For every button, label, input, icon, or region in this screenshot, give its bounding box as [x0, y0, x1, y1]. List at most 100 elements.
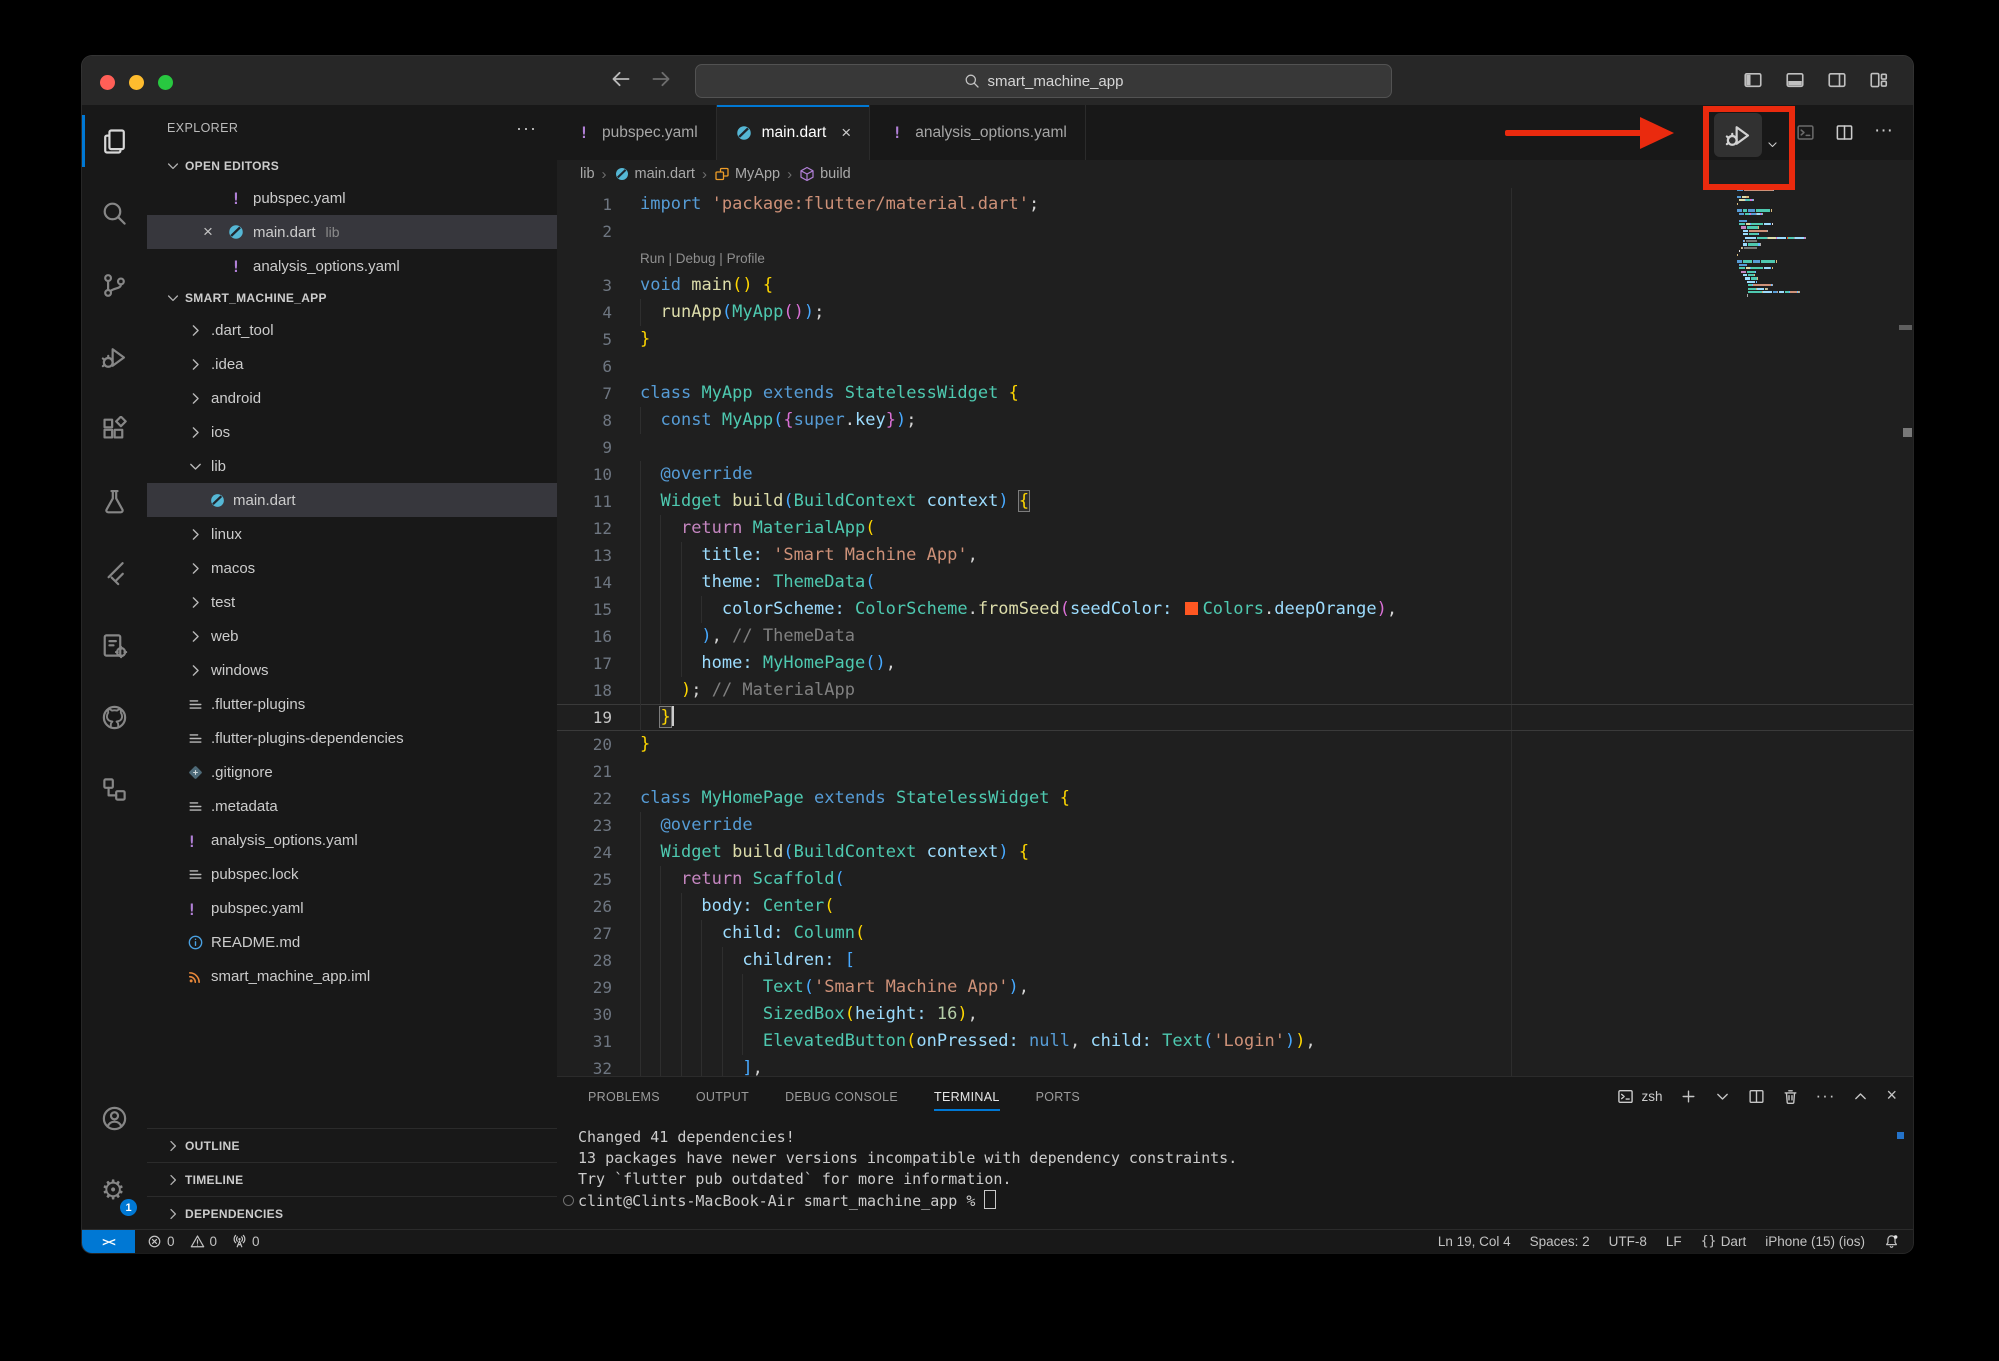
chevron-up-icon[interactable]	[1852, 1088, 1869, 1105]
tab-pubspec.yaml[interactable]: !pubspec.yaml	[557, 105, 717, 160]
activity-bar-item-project-manager[interactable]	[82, 753, 147, 825]
panel-tab-ports[interactable]: PORTS	[1036, 1077, 1080, 1116]
tree-item-pubspec.yaml[interactable]: !pubspec.yaml	[147, 891, 557, 925]
open-editor-item[interactable]: ×main.dartlib	[147, 215, 557, 249]
code-editor[interactable]: 1import 'package:flutter/material.dart';…	[557, 188, 1913, 1077]
terminal-instance[interactable]: zsh	[1617, 1088, 1662, 1105]
layout-customize-icon[interactable]	[1869, 70, 1889, 90]
close-icon[interactable]: ×	[1886, 1087, 1897, 1106]
split-editor-icon[interactable]	[1748, 1088, 1765, 1105]
status-notifications[interactable]	[1884, 1234, 1899, 1249]
status-ports-forwarded[interactable]: 0	[232, 1234, 260, 1249]
explorer-more-actions-icon[interactable]: ···	[516, 118, 537, 139]
tree-item-main.dart[interactable]: main.dart	[147, 483, 557, 517]
tree-item-.dart_tool[interactable]: .dart_tool	[147, 313, 557, 347]
source-control-icon	[101, 272, 128, 299]
code-line-29: 29 Text('Smart Machine App'),	[557, 974, 1913, 1001]
activity-bar-item-accounts[interactable]	[82, 1082, 147, 1154]
panel-tab-debug-console[interactable]: DEBUG CONSOLE	[785, 1077, 898, 1116]
minimize-window-button[interactable]	[129, 75, 144, 90]
close-icon[interactable]: ×	[841, 123, 851, 143]
status-cursor-position[interactable]: Ln 19, Col 4	[1438, 1234, 1511, 1249]
indent-guide	[640, 650, 641, 677]
activity-bar-item-flutter[interactable]	[82, 537, 147, 609]
activity-bar-item-code-runner[interactable]	[82, 609, 147, 681]
tree-item-web[interactable]: web	[147, 619, 557, 653]
layout-sidebar-right-icon[interactable]	[1827, 70, 1847, 90]
status-value: 0	[252, 1234, 260, 1249]
activity-bar-item-settings[interactable]: ⚙1	[82, 1154, 147, 1226]
tab-main.dart[interactable]: main.dart×	[717, 105, 871, 160]
tree-item-linux[interactable]: linux	[147, 517, 557, 551]
indent-guide	[640, 974, 641, 1001]
command-center-label: smart_machine_app	[988, 73, 1124, 90]
breadcrumb-item-main.dart[interactable]: main.dart	[614, 166, 695, 182]
status-language-mode[interactable]: {}Dart	[1701, 1234, 1747, 1249]
close-icon[interactable]: ×	[199, 222, 217, 242]
sidebar-section-outline[interactable]: OUTLINE	[147, 1128, 557, 1162]
terminal-output[interactable]: Changed 41 dependencies!13 packages have…	[578, 1127, 1883, 1212]
tree-item-ios[interactable]: ios	[147, 415, 557, 449]
chevron-down-icon[interactable]	[1714, 1088, 1731, 1105]
tree-item-README.md[interactable]: README.md	[147, 925, 557, 959]
remote-indicator[interactable]: ><	[82, 1230, 135, 1253]
indent-guide	[640, 1055, 641, 1077]
code-line-12: 12 return MaterialApp(	[557, 515, 1913, 542]
codelens-links[interactable]: Run | Debug | Profile	[640, 251, 765, 266]
status-encoding[interactable]: UTF-8	[1609, 1234, 1647, 1249]
close-window-button[interactable]	[100, 75, 115, 90]
activity-bar-item-run-and-debug[interactable]	[82, 321, 147, 393]
forward-icon[interactable]	[650, 68, 672, 90]
activity-bar-item-extensions[interactable]	[82, 393, 147, 465]
activity-bar-item-testing[interactable]	[82, 465, 147, 537]
command-center[interactable]: smart_machine_app	[695, 64, 1392, 98]
sidebar-section-dependencies[interactable]: DEPENDENCIES	[147, 1196, 557, 1230]
breadcrumb-item-build[interactable]: build	[799, 166, 851, 182]
tree-item-windows[interactable]: windows	[147, 653, 557, 687]
panel-tab-output[interactable]: OUTPUT	[696, 1077, 749, 1116]
activity-bar-item-github[interactable]	[82, 681, 147, 753]
tree-item-analysis_options.yaml[interactable]: !analysis_options.yaml	[147, 823, 557, 857]
tree-item-test[interactable]: test	[147, 585, 557, 619]
status-warnings[interactable]: 0	[190, 1234, 218, 1249]
layout-sidebar-left-icon[interactable]	[1743, 70, 1763, 90]
more-icon[interactable]: ···	[1816, 1087, 1836, 1106]
status-indentation[interactable]: Spaces: 2	[1530, 1234, 1590, 1249]
layout-panel-icon[interactable]	[1785, 70, 1805, 90]
back-icon[interactable]	[610, 68, 632, 90]
tree-item-android[interactable]: android	[147, 381, 557, 415]
tab-analysis_options.yaml[interactable]: !analysis_options.yaml	[870, 105, 1086, 160]
tree-item-smart_machine_app.iml[interactable]: smart_machine_app.iml	[147, 959, 557, 993]
panel-tab-terminal[interactable]: TERMINAL	[934, 1077, 1000, 1116]
breadcrumb-item-lib[interactable]: lib	[580, 166, 595, 182]
tree-item-lib[interactable]: lib	[147, 449, 557, 483]
status-device-selector[interactable]: iPhone (15) (ios)	[1765, 1234, 1865, 1249]
workspace-header[interactable]: SMART_MACHINE_APP	[147, 283, 557, 313]
flutter-icon	[101, 560, 128, 587]
tree-item-.flutter-plugins[interactable]: .flutter-plugins	[147, 687, 557, 721]
trash-icon[interactable]	[1782, 1088, 1799, 1105]
activity-bar-item-source-control[interactable]	[82, 249, 147, 321]
open-editor-item[interactable]: !analysis_options.yaml	[147, 249, 557, 283]
activity-bar-item-search[interactable]	[82, 177, 147, 249]
open-editors-header[interactable]: OPEN EDITORS	[147, 151, 557, 181]
plus-icon[interactable]	[1680, 1088, 1697, 1105]
tree-item-.metadata[interactable]: .metadata	[147, 789, 557, 823]
chevron-right-icon	[165, 1206, 181, 1222]
activity-bar-item-explorer[interactable]	[82, 105, 147, 177]
run-and-debug-button[interactable]	[1714, 113, 1762, 157]
sidebar-section-timeline[interactable]: TIMELINE	[147, 1162, 557, 1196]
zoom-window-button[interactable]	[158, 75, 173, 90]
status-eol[interactable]: LF	[1666, 1234, 1682, 1249]
tree-item-.flutter-plugins-dependencies[interactable]: .flutter-plugins-dependencies	[147, 721, 557, 755]
tree-item-macos[interactable]: macos	[147, 551, 557, 585]
terminal-icon	[1617, 1088, 1634, 1105]
status-errors[interactable]: 0	[147, 1234, 175, 1249]
panel-tab-problems[interactable]: PROBLEMS	[588, 1077, 660, 1116]
breadcrumb-item-MyApp[interactable]: MyApp	[714, 166, 780, 182]
tree-item-.gitignore[interactable]: .gitignore	[147, 755, 557, 789]
tree-item-.idea[interactable]: .idea	[147, 347, 557, 381]
history-nav	[610, 68, 672, 90]
open-editor-item[interactable]: !pubspec.yaml	[147, 181, 557, 215]
tree-item-pubspec.lock[interactable]: pubspec.lock	[147, 857, 557, 891]
